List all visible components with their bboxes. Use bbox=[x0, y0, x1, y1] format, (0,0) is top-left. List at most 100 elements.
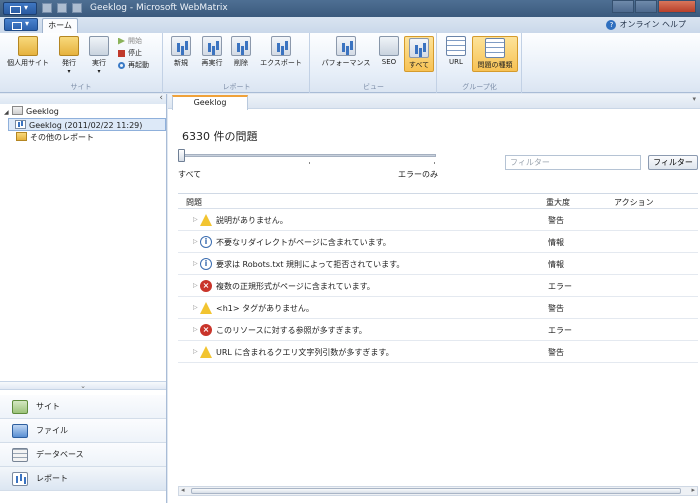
issue-severity: 警告 bbox=[548, 304, 564, 313]
workspace-files[interactable]: ファイル bbox=[0, 419, 166, 443]
tree-node-report[interactable]: Geeklog (2011/02/22 11:29) bbox=[8, 118, 166, 131]
table-row[interactable]: ▷ <h1> タグがありません。 警告 bbox=[178, 297, 698, 319]
performance-button[interactable]: パフォーマンス bbox=[315, 36, 377, 68]
site-icon bbox=[12, 106, 23, 115]
table-row[interactable]: ▷ URL に含まれるクエリ文字列引数が多すぎます。 警告 bbox=[178, 341, 698, 363]
minimize-button[interactable] bbox=[612, 0, 634, 13]
expand-row-icon[interactable]: ▷ bbox=[193, 216, 198, 223]
issue-severity: 警告 bbox=[548, 348, 564, 357]
publish-button[interactable]: 発行 ▾ bbox=[56, 36, 82, 75]
filter-input[interactable] bbox=[505, 155, 641, 170]
scroll-right-icon[interactable]: ▸ bbox=[691, 486, 695, 494]
workspace-site-label: サイト bbox=[36, 402, 60, 411]
issue-severity: 警告 bbox=[548, 216, 564, 225]
collapse-pane-button[interactable]: ‹ bbox=[159, 93, 163, 103]
issue-severity: エラー bbox=[548, 282, 572, 291]
folder-icon bbox=[18, 36, 38, 56]
table-row[interactable]: ▷ i 不要なリダイレクトがページに含まれています。 情報 bbox=[178, 231, 698, 253]
left-pane-header: ‹ bbox=[0, 93, 166, 104]
severity-slider-track[interactable] bbox=[182, 154, 436, 157]
undo-icon[interactable] bbox=[57, 3, 67, 13]
start-button[interactable]: 開始 bbox=[118, 36, 149, 46]
performance-icon bbox=[336, 36, 356, 56]
expand-row-icon[interactable]: ▷ bbox=[193, 348, 198, 355]
expand-row-icon[interactable]: ▷ bbox=[193, 260, 198, 267]
expand-row-icon[interactable]: ▷ bbox=[193, 282, 198, 289]
scrollbar-thumb[interactable] bbox=[191, 488, 681, 494]
issue-message: <h1> タグがありません。 bbox=[216, 304, 314, 313]
online-help-link[interactable]: ? オンライン ヘルプ bbox=[606, 19, 686, 30]
view-all-button[interactable]: すべて bbox=[404, 36, 434, 72]
expand-row-icon[interactable]: ▷ bbox=[193, 238, 198, 245]
export-label: エクスポート bbox=[260, 59, 302, 67]
ribbon-group-site: 個人用サイト 発行 ▾ 実行 ▾ 開始 停止 再起動 サイト bbox=[0, 33, 163, 93]
close-button[interactable] bbox=[658, 0, 696, 13]
browser-icon bbox=[89, 36, 109, 56]
tree-node-root[interactable]: ◢ Geeklog bbox=[0, 105, 166, 118]
error-icon: × bbox=[200, 280, 212, 292]
table-row[interactable]: ▷ × 複数の正規形式がページに含まれています。 エラー bbox=[178, 275, 698, 297]
ribbon-group-view-title: ビュー bbox=[363, 83, 384, 91]
play-icon bbox=[118, 37, 125, 45]
files-icon bbox=[12, 423, 28, 438]
table-row[interactable]: ▷ i 要求は Robots.txt 規則によって拒否されています。 情報 bbox=[178, 253, 698, 275]
column-header-severity[interactable]: 重大度 bbox=[546, 197, 570, 208]
ribbon-group-groupby-title: グループ化 bbox=[462, 83, 497, 91]
delete-button[interactable]: 削除 bbox=[230, 36, 252, 68]
column-header-issue[interactable]: 問題 bbox=[186, 197, 202, 208]
filter-button[interactable]: フィルター bbox=[648, 155, 698, 170]
group-by-url-button[interactable]: URL bbox=[444, 36, 468, 66]
issue-severity: エラー bbox=[548, 326, 572, 335]
window-title: Geeklog - Microsoft WebMatrix bbox=[90, 3, 228, 13]
folder-icon bbox=[16, 132, 27, 141]
rerun-button[interactable]: 再実行 bbox=[198, 36, 226, 68]
seo-button[interactable]: SEO bbox=[377, 36, 401, 66]
issue-message: このリソースに対する参照が多すぎます。 bbox=[216, 326, 367, 335]
maximize-button[interactable] bbox=[635, 0, 657, 13]
new-report-button[interactable]: 新規 bbox=[170, 36, 192, 68]
save-icon[interactable] bbox=[42, 3, 52, 13]
workspace-site[interactable]: サイト bbox=[0, 395, 166, 419]
table-row[interactable]: ▷ × このリソースに対する参照が多すぎます。 エラー bbox=[178, 319, 698, 341]
table-row[interactable]: ▷ 説明がありません。 警告 bbox=[178, 209, 698, 231]
tab-geeklog[interactable]: Geeklog bbox=[172, 95, 248, 110]
table-header: 問題 重大度 アクション bbox=[178, 194, 698, 209]
file-menu-button[interactable] bbox=[4, 18, 38, 31]
tab-list-dropdown[interactable]: ▾ bbox=[692, 95, 696, 103]
all-issues-icon bbox=[409, 38, 429, 58]
quick-access-toolbar bbox=[42, 3, 82, 13]
report-new-icon bbox=[171, 36, 191, 56]
group-by-issue-type-button[interactable]: 問題の種類 bbox=[472, 36, 518, 72]
issues-table: 問題 重大度 アクション ▷ 説明がありません。 警告 ▷ i 不要なリダイレク… bbox=[178, 193, 698, 481]
restart-button[interactable]: 再起動 bbox=[118, 60, 149, 70]
redo-icon[interactable] bbox=[72, 3, 82, 13]
ribbon-group-site-title: サイト bbox=[70, 83, 92, 91]
grid-icon bbox=[446, 36, 466, 56]
group-by-url-label: URL bbox=[449, 58, 463, 66]
expand-row-icon[interactable]: ▷ bbox=[193, 326, 198, 333]
tab-home[interactable]: ホーム bbox=[42, 18, 78, 34]
column-header-action[interactable]: アクション bbox=[614, 197, 654, 208]
tree-node-other-label: その他のレポート bbox=[30, 133, 94, 142]
horizontal-scrollbar[interactable]: ◂ ▸ bbox=[178, 486, 698, 496]
window-controls bbox=[612, 0, 696, 13]
my-sites-button[interactable]: 個人用サイト bbox=[4, 36, 52, 68]
group-by-issue-type-label: 問題の種類 bbox=[477, 61, 513, 69]
restart-icon bbox=[118, 61, 125, 69]
stop-button[interactable]: 停止 bbox=[118, 48, 149, 58]
expand-row-icon[interactable]: ▷ bbox=[193, 304, 198, 311]
slider-tick bbox=[434, 162, 435, 164]
run-button[interactable]: 実行 ▾ bbox=[86, 36, 112, 75]
export-button[interactable]: エクスポート bbox=[256, 36, 306, 68]
ribbon-group-view: パフォーマンス SEO すべて ビュー bbox=[311, 33, 437, 93]
my-sites-label: 個人用サイト bbox=[7, 59, 49, 67]
issue-severity: 情報 bbox=[548, 238, 564, 247]
severity-slider-thumb[interactable] bbox=[178, 149, 185, 162]
scroll-left-icon[interactable]: ◂ bbox=[181, 486, 185, 494]
pane-splitter[interactable]: ⌄ bbox=[0, 381, 166, 390]
workspace-reports[interactable]: レポート bbox=[0, 467, 166, 491]
app-menu-button[interactable] bbox=[3, 2, 37, 15]
slider-label-all: すべて bbox=[178, 170, 202, 179]
workspace-database[interactable]: データベース bbox=[0, 443, 166, 467]
tree-node-other-reports[interactable]: その他のレポート bbox=[0, 131, 166, 144]
